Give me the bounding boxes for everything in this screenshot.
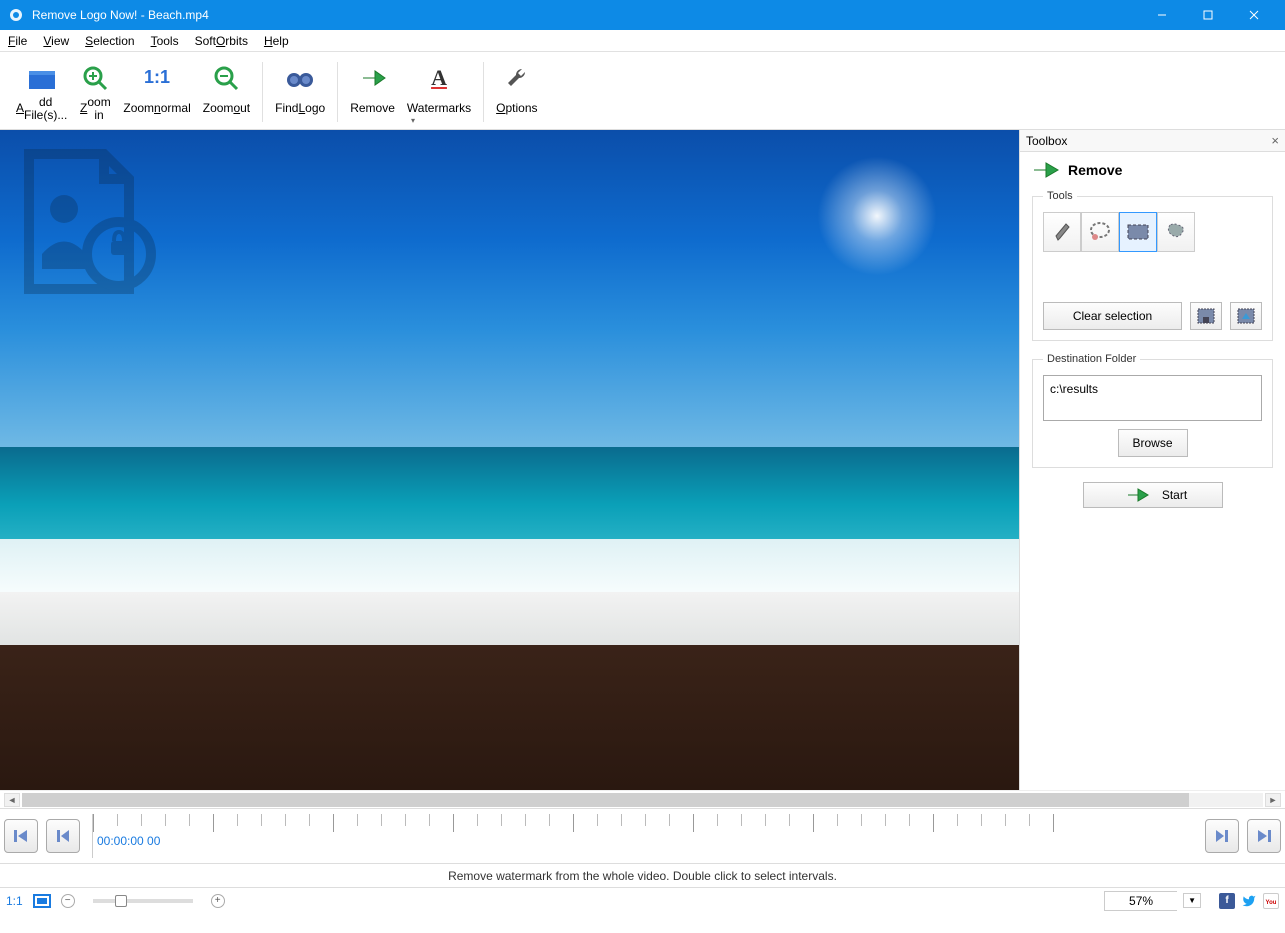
remove-label: Remove <box>350 95 395 123</box>
zoom-slider[interactable] <box>93 899 193 903</box>
zoom-plus-button[interactable]: + <box>211 894 225 908</box>
go-end-button[interactable] <box>1247 819 1281 853</box>
remove-button[interactable]: Remove <box>344 56 401 128</box>
folder-add-icon <box>27 61 57 95</box>
toolbox-title: Toolbox <box>1026 134 1067 148</box>
hint-text: Remove watermark from the whole video. D… <box>448 869 837 883</box>
find-logo-button[interactable]: FindLogo <box>269 56 331 128</box>
svg-text:You: You <box>1266 900 1277 906</box>
timecode: 00:00:00 00 <box>97 834 160 848</box>
minimize-button[interactable] <box>1139 0 1185 30</box>
scroll-thumb[interactable] <box>22 793 1189 807</box>
toolbar-overflow-icon[interactable]: ▾ <box>411 116 415 125</box>
watermarks-label: Watermarks <box>407 95 471 123</box>
menu-selection[interactable]: Selection <box>85 34 134 48</box>
horizontal-scrollbar[interactable]: ◄ ► <box>0 790 1285 808</box>
zoom-in-icon <box>81 61 109 95</box>
find-logo-label: FindLogo <box>275 95 325 123</box>
close-button[interactable] <box>1231 0 1277 30</box>
prev-frame-button[interactable] <box>46 819 80 853</box>
add-files-button[interactable]: AddFile(s)... <box>10 56 73 128</box>
zoom-out-label: Zoomout <box>203 95 250 123</box>
arrow-right-icon <box>1032 160 1060 180</box>
toolbar: AddFile(s)... Zoomin 1:1 Zoomnormal Zoom… <box>0 52 1285 130</box>
tools-group: Tools Clear selection <box>1032 190 1273 341</box>
timeline-ruler[interactable]: 00:00:00 00 <box>92 814 1193 858</box>
load-selection-button[interactable] <box>1230 302 1262 330</box>
start-button[interactable]: Start <box>1083 482 1223 508</box>
destination-group: Destination Folder c:\results Browse <box>1032 353 1273 468</box>
menu-view[interactable]: View <box>43 34 69 48</box>
zoom-ratio[interactable]: 1:1 <box>6 894 23 908</box>
next-frame-button[interactable] <box>1205 819 1239 853</box>
tools-legend: Tools <box>1043 190 1077 202</box>
zoom-in-button[interactable]: Zoomin <box>73 56 117 128</box>
facebook-icon[interactable]: f <box>1219 893 1235 909</box>
text-icon: A <box>431 61 447 95</box>
destination-legend: Destination Folder <box>1043 353 1140 365</box>
clear-selection-button[interactable]: Clear selection <box>1043 302 1182 330</box>
zoom-normal-label: Zoomnormal <box>123 95 190 123</box>
scroll-right-icon[interactable]: ► <box>1265 793 1281 807</box>
zoom-in-label: Zoomin <box>80 95 111 123</box>
toolbox-close-icon[interactable]: × <box>1271 133 1279 148</box>
browse-button[interactable]: Browse <box>1118 429 1188 457</box>
title-bar: Remove Logo Now! - Beach.mp4 <box>0 0 1285 30</box>
freeform-tool-button[interactable] <box>1157 212 1195 252</box>
zoom-normal-button[interactable]: 1:1 Zoomnormal <box>117 56 196 128</box>
go-start-button[interactable] <box>4 819 38 853</box>
rectangle-select-tool-button[interactable] <box>1119 212 1157 252</box>
app-icon <box>8 7 24 23</box>
zoom-percent[interactable]: 57% <box>1104 891 1177 911</box>
lasso-tool-button[interactable] <box>1081 212 1119 252</box>
zoom-minus-button[interactable]: − <box>61 894 75 908</box>
marker-tool-button[interactable] <box>1043 212 1081 252</box>
scroll-left-icon[interactable]: ◄ <box>4 793 20 807</box>
zoom-out-icon <box>212 61 240 95</box>
binoculars-icon <box>285 61 315 95</box>
menu-softorbits[interactable]: SoftOrbits <box>195 34 248 48</box>
maximize-button[interactable] <box>1185 0 1231 30</box>
arrow-right-icon <box>359 61 387 95</box>
options-label: Options <box>496 95 537 123</box>
arrow-right-icon <box>1126 486 1150 504</box>
menu-file[interactable]: File <box>8 34 27 48</box>
menu-help[interactable]: Help <box>264 34 289 48</box>
toolbox-panel: Toolbox × Remove Tools Clear selection <box>1019 130 1285 790</box>
toolbox-section-title: Remove <box>1068 162 1122 178</box>
scroll-track[interactable] <box>22 793 1263 807</box>
watermark-overlay-icon <box>4 134 174 304</box>
timeline: 00:00:00 00 <box>0 808 1285 863</box>
zoom-normal-icon: 1:1 <box>144 61 170 95</box>
zoom-slider-handle[interactable] <box>115 895 127 907</box>
hint-bar: Remove watermark from the whole video. D… <box>0 863 1285 887</box>
zoom-out-button[interactable]: Zoomout <box>197 56 256 128</box>
twitter-icon[interactable] <box>1241 893 1257 909</box>
wrench-icon <box>504 61 530 95</box>
save-selection-button[interactable] <box>1190 302 1222 330</box>
status-bar: 1:1 − + 57% ▼ f You <box>0 887 1285 913</box>
menu-tools[interactable]: Tools <box>151 34 179 48</box>
zoom-dropdown-icon[interactable]: ▼ <box>1183 893 1201 908</box>
add-files-label: AddFile(s)... <box>16 95 67 123</box>
destination-folder-input[interactable]: c:\results <box>1043 375 1262 421</box>
menu-bar: File View Selection Tools SoftOrbits Hel… <box>0 30 1285 52</box>
window-title: Remove Logo Now! - Beach.mp4 <box>32 8 1139 22</box>
video-preview[interactable] <box>0 130 1019 790</box>
fit-screen-icon[interactable] <box>33 894 51 908</box>
youtube-icon[interactable]: You <box>1263 893 1279 909</box>
options-button[interactable]: Options <box>490 56 543 128</box>
